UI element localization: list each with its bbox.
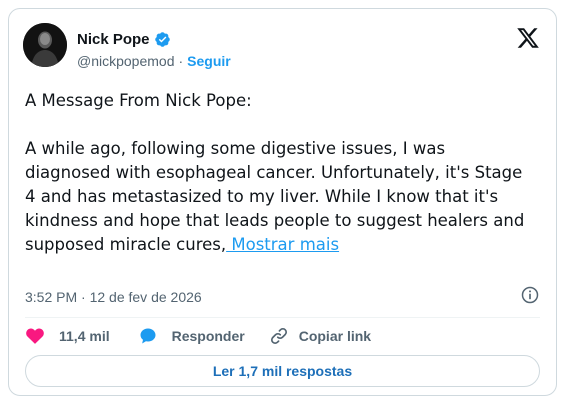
author-name-row: Nick Pope xyxy=(77,28,171,50)
read-replies-button[interactable]: Ler 1,7 mil respostas xyxy=(25,355,540,387)
copy-link-label: Copiar link xyxy=(298,328,372,344)
follow-button[interactable]: Seguir xyxy=(187,53,231,69)
like-button[interactable]: 11,4 mil xyxy=(25,326,110,346)
divider xyxy=(25,317,540,318)
author-handle-row: @nickpopemod · Seguir xyxy=(77,51,231,71)
author-name[interactable]: Nick Pope xyxy=(77,31,150,48)
link-icon xyxy=(269,326,289,346)
tweet-timestamp[interactable]: 3:52 PM · 12 de fev de 2026 xyxy=(25,287,202,307)
avatar[interactable] xyxy=(23,23,67,67)
reply-button[interactable]: Responder xyxy=(138,326,245,346)
verified-badge-icon xyxy=(154,31,171,48)
info-icon[interactable] xyxy=(520,285,540,305)
show-more-link[interactable]: Mostrar mais xyxy=(226,235,339,254)
x-logo-icon[interactable] xyxy=(516,26,540,50)
read-replies-label: Ler 1,7 mil respostas xyxy=(212,363,353,379)
like-count: 11,4 mil xyxy=(59,328,110,344)
separator-dot: · xyxy=(178,53,184,69)
copy-link-button[interactable]: Copiar link xyxy=(269,326,371,346)
tweet-text: A Message From Nick Pope: A while ago, f… xyxy=(25,89,535,257)
tweet-body-paragraph: A while ago, following some digestive is… xyxy=(25,137,535,257)
reply-label: Responder xyxy=(171,328,245,344)
reply-bubble-icon xyxy=(138,326,158,346)
tweet-heading: A Message From Nick Pope: xyxy=(25,91,252,110)
action-bar: 11,4 mil Responder Copiar link xyxy=(25,325,371,347)
heart-icon xyxy=(25,326,45,346)
author-handle[interactable]: @nickpopemod xyxy=(77,53,175,69)
timestamp-text[interactable]: 3:52 PM · 12 de fev de 2026 xyxy=(25,289,202,305)
tweet-card: Nick Pope @nickpopemod · Seguir A Messag… xyxy=(8,8,557,396)
